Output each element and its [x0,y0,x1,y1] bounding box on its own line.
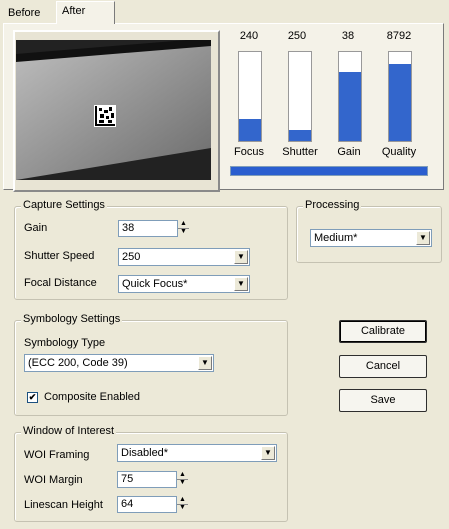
camera-image [16,40,211,180]
focus-meter-fill [239,119,261,141]
spin-up-icon[interactable]: ▲ [175,496,190,504]
processing-select[interactable]: Medium* ▼ [310,229,432,247]
spin-down-icon[interactable]: ▼ [176,228,191,236]
symbology-settings-title: Symbology Settings [21,313,123,325]
shutter-speed-value: 250 [122,251,141,263]
tab-after[interactable]: After [56,1,115,24]
focus-meter [238,51,262,142]
linescan-height-label: Linescan Height [24,499,103,511]
gain-label: Gain [337,146,361,158]
focal-distance-select[interactable]: Quick Focus* ▼ [118,275,250,293]
symbology-type-select[interactable]: (ECC 200, Code 39) ▼ [24,354,214,372]
woi-framing-label: WOI Framing [24,449,90,461]
spin-down-icon[interactable]: ▼ [175,479,190,487]
overall-progress-bar [230,166,428,176]
chevron-down-icon[interactable]: ▼ [198,356,212,370]
woi-framing-select[interactable]: Disabled* ▼ [117,444,277,462]
focal-distance-label: Focal Distance [24,277,97,289]
quality-meter-fill [389,64,411,141]
spin-up-icon[interactable]: ▲ [176,220,191,228]
calibrate-button[interactable]: Calibrate [339,320,427,343]
save-button[interactable]: Save [339,389,427,412]
linescan-height-spinner[interactable]: ▲ ▼ [175,496,191,513]
gain-meter [338,51,362,142]
chevron-down-icon[interactable]: ▼ [234,277,248,291]
gain-field-label: Gain [24,222,48,234]
shutter-meter [288,51,312,142]
woi-margin-spinner[interactable]: ▲ ▼ [175,471,191,488]
chevron-down-icon[interactable]: ▼ [234,250,248,264]
chevron-down-icon[interactable]: ▼ [261,446,275,460]
focus-value: 240 [239,30,259,42]
window-of-interest-title: Window of Interest [21,425,117,437]
gain-spinner[interactable]: ▲ ▼ [176,220,192,237]
chevron-down-icon[interactable]: ▼ [416,231,430,245]
shutter-label: Shutter [282,146,318,158]
shutter-speed-select[interactable]: 250 ▼ [118,248,250,266]
shutter-value: 250 [287,30,307,42]
gain-value: 38 [341,30,355,42]
tab-before[interactable]: Before [3,5,63,23]
cancel-button[interactable]: Cancel [339,355,427,378]
linescan-height-input[interactable]: 64 [117,496,177,513]
symbology-type-value: (ECC 200, Code 39) [28,357,128,369]
quality-value: 8792 [386,30,412,42]
processing-value: Medium* [314,232,358,244]
capture-settings-title: Capture Settings [21,199,107,211]
spin-up-icon[interactable]: ▲ [175,471,190,479]
quality-label: Quality [381,146,417,158]
woi-margin-label: WOI Margin [24,474,83,486]
focus-label: Focus [234,146,264,158]
quality-meter [388,51,412,142]
focal-distance-value: Quick Focus* [122,278,188,290]
shutter-meter-fill [289,130,311,141]
symbology-type-label: Symbology Type [24,337,106,349]
shutter-speed-label: Shutter Speed [24,250,95,262]
composite-enabled-checkbox[interactable]: ✔ [27,392,38,403]
gain-input[interactable]: 38 [118,220,178,237]
processing-title: Processing [303,199,362,211]
composite-enabled-label: Composite Enabled [44,391,141,403]
gain-meter-fill [339,72,361,141]
spin-down-icon[interactable]: ▼ [175,504,190,512]
woi-framing-value: Disabled* [121,447,169,459]
woi-margin-input[interactable]: 75 [117,471,177,488]
